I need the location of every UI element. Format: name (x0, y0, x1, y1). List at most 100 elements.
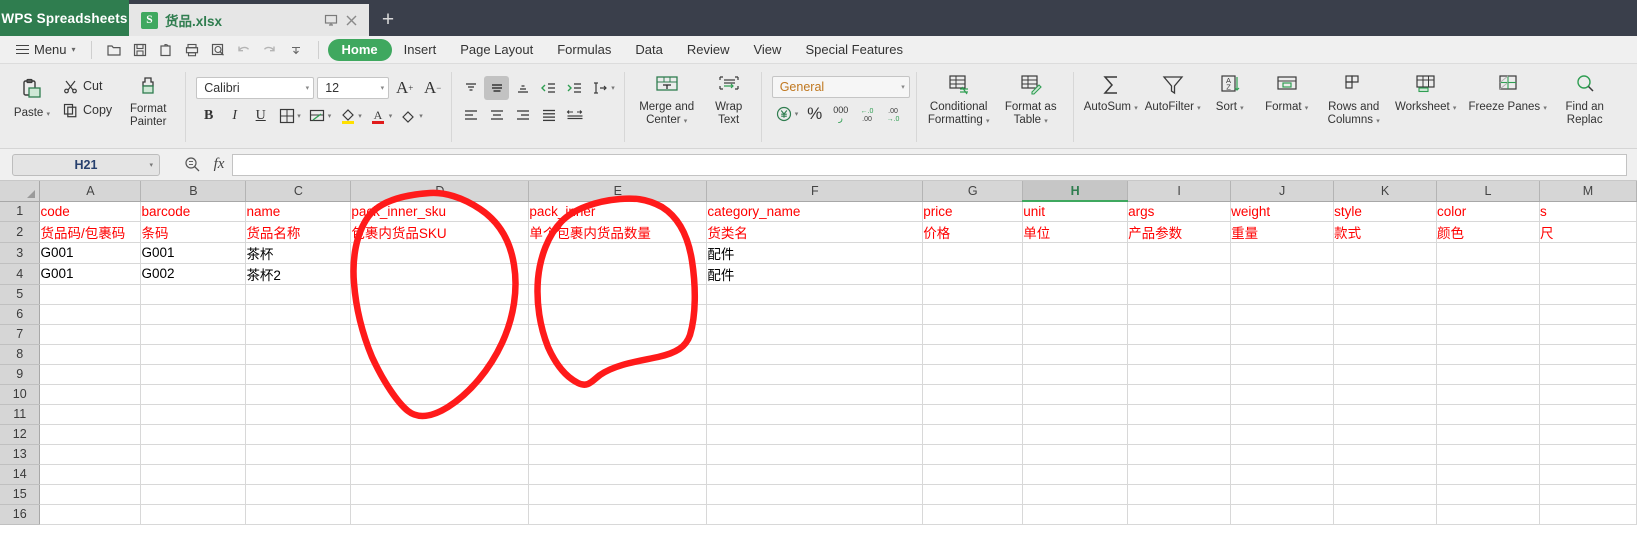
column-header-E[interactable]: E (528, 181, 708, 202)
cell-C14[interactable] (245, 464, 352, 485)
cell-D6[interactable] (350, 304, 530, 325)
cell-L15[interactable] (1436, 484, 1540, 505)
rows-and-columns-button[interactable]: Rows and Columns ▾ (1318, 68, 1390, 128)
format-button[interactable]: Format ▾ (1256, 68, 1318, 115)
grow-font-icon[interactable]: A + (392, 76, 417, 100)
cell-F14[interactable] (706, 464, 924, 485)
cell-A2[interactable]: 货品码/包裹码 (39, 221, 142, 243)
cell-J3[interactable] (1230, 242, 1335, 264)
cell-K15[interactable] (1333, 484, 1438, 505)
cell-L13[interactable] (1436, 444, 1540, 465)
cell-K12[interactable] (1333, 424, 1438, 445)
cell-B16[interactable] (140, 504, 247, 525)
cell-K10[interactable] (1333, 384, 1438, 405)
cell-I7[interactable] (1127, 324, 1232, 345)
cell-G2[interactable]: 价格 (922, 221, 1024, 243)
cell-H6[interactable] (1022, 304, 1129, 325)
cell-I3[interactable] (1127, 242, 1232, 264)
cell-A13[interactable] (39, 444, 142, 465)
column-header-C[interactable]: C (245, 181, 352, 202)
cell-G12[interactable] (922, 424, 1024, 445)
row-header-6[interactable]: 6 (0, 304, 41, 325)
cell-I14[interactable] (1127, 464, 1232, 485)
cell-C16[interactable] (245, 504, 352, 525)
cell-D3[interactable] (350, 242, 530, 264)
save-as-icon[interactable] (153, 39, 179, 61)
cell-M12[interactable] (1539, 424, 1637, 445)
cell-H9[interactable] (1022, 364, 1129, 385)
column-header-I[interactable]: I (1127, 181, 1232, 202)
copy-button[interactable]: Copy (58, 99, 117, 121)
merge-and-center-button[interactable]: Merge and Center ▾ (631, 68, 703, 128)
cell-D1[interactable]: pack_inner_sku (350, 201, 530, 222)
font-size-combo[interactable]: 12 ▾ (317, 77, 390, 99)
cell-G14[interactable] (922, 464, 1024, 485)
ribbon-tab-special-features[interactable]: Special Features (793, 39, 915, 61)
cell-J7[interactable] (1230, 324, 1335, 345)
ribbon-tab-insert[interactable]: Insert (392, 39, 449, 61)
cell-M3[interactable] (1539, 242, 1637, 264)
cell-E15[interactable] (528, 484, 708, 505)
cell-C9[interactable] (245, 364, 352, 385)
cell-I13[interactable] (1127, 444, 1232, 465)
ribbon-tab-data[interactable]: Data (623, 39, 674, 61)
print-icon[interactable] (179, 39, 205, 61)
cell-D12[interactable] (350, 424, 530, 445)
cell-M1[interactable]: s (1539, 201, 1637, 222)
cell-B11[interactable] (140, 404, 247, 425)
cell-M2[interactable]: 尺 (1539, 221, 1637, 243)
column-header-L[interactable]: L (1436, 181, 1540, 202)
cell-D13[interactable] (350, 444, 530, 465)
cell-E13[interactable] (528, 444, 708, 465)
cell-K4[interactable] (1333, 263, 1438, 285)
new-tab-button[interactable]: + (369, 4, 407, 36)
find-and-replace-button[interactable]: Find an Replac (1554, 68, 1616, 127)
cell-D7[interactable] (350, 324, 530, 345)
cell-H8[interactable] (1022, 344, 1129, 365)
cell-F8[interactable] (706, 344, 924, 365)
cell-K5[interactable] (1333, 284, 1438, 305)
cell-A10[interactable] (39, 384, 142, 405)
cell-C12[interactable] (245, 424, 352, 445)
cell-L6[interactable] (1436, 304, 1540, 325)
cell-H12[interactable] (1022, 424, 1129, 445)
cell-A4[interactable]: G001 (39, 263, 142, 285)
cell-I1[interactable]: args (1127, 201, 1232, 222)
redo-icon[interactable] (257, 39, 283, 61)
cell-K14[interactable] (1333, 464, 1438, 485)
cell-F5[interactable] (706, 284, 924, 305)
row-header-16[interactable]: 16 (0, 504, 41, 525)
cell-D2[interactable]: 包裹内货品SKU (350, 221, 530, 243)
cell-E10[interactable] (528, 384, 708, 405)
cell-H10[interactable] (1022, 384, 1129, 405)
cell-I12[interactable] (1127, 424, 1232, 445)
cell-J2[interactable]: 重量 (1230, 221, 1335, 243)
cell-H14[interactable] (1022, 464, 1129, 485)
cell-M11[interactable] (1539, 404, 1637, 425)
cell-E3[interactable] (528, 242, 708, 264)
ribbon-tab-page-layout[interactable]: Page Layout (448, 39, 545, 61)
cell-H4[interactable] (1022, 263, 1129, 285)
ribbon-tab-home[interactable]: Home (327, 38, 392, 61)
text-orientation-icon[interactable] (588, 76, 613, 100)
name-box[interactable]: H21 ▾ (12, 153, 160, 176)
cell-I6[interactable] (1127, 304, 1232, 325)
open-icon[interactable] (101, 39, 127, 61)
cell-B4[interactable]: G002 (140, 263, 247, 285)
close-icon[interactable] (341, 10, 361, 30)
cell-E2[interactable]: 单个包裹内货品数量 (528, 221, 708, 243)
cell-B7[interactable] (140, 324, 247, 345)
main-menu-button[interactable]: Menu ▾ (10, 39, 82, 61)
app-name-tab[interactable]: WPS Spreadsheets (0, 0, 129, 36)
cell-E4[interactable] (528, 263, 708, 285)
cell-B13[interactable] (140, 444, 247, 465)
cell-D4[interactable] (350, 263, 530, 285)
cell-M13[interactable] (1539, 444, 1637, 465)
column-header-B[interactable]: B (140, 181, 247, 202)
cell-J1[interactable]: weight (1230, 201, 1335, 222)
cell-L5[interactable] (1436, 284, 1540, 305)
cell-F9[interactable] (706, 364, 924, 385)
cell-D8[interactable] (350, 344, 530, 365)
cell-J11[interactable] (1230, 404, 1335, 425)
cell-B15[interactable] (140, 484, 247, 505)
